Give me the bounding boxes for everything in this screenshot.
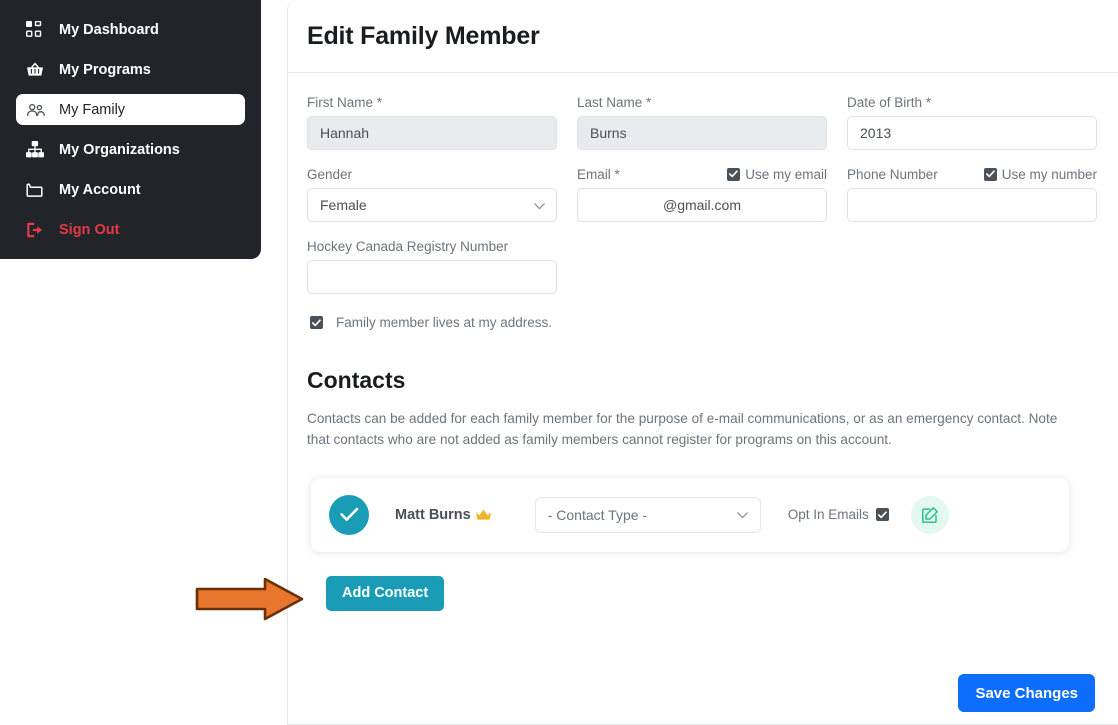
field-email: Email * Use my email @gmail.com xyxy=(577,164,827,222)
lives-at-address-checkbox[interactable]: Family member lives at my address. xyxy=(310,315,1097,330)
email-label: Email * xyxy=(577,166,620,182)
first-name-label: First Name * xyxy=(307,94,383,110)
use-my-number-checkbox[interactable]: Use my number xyxy=(983,166,1097,182)
sidebar-item-label: Sign Out xyxy=(59,221,120,238)
use-my-email-checkbox[interactable]: Use my email xyxy=(727,167,827,182)
save-changes-button[interactable]: Save Changes xyxy=(958,674,1095,712)
crown-icon xyxy=(475,509,491,520)
checkbox-box xyxy=(310,316,323,329)
signout-icon xyxy=(26,221,48,239)
sidebar-item-label: My Programs xyxy=(59,61,151,78)
sidebar-item-my-account[interactable]: My Account xyxy=(16,174,245,205)
sidebar-item-label: My Account xyxy=(59,181,141,198)
sidebar-item-my-family[interactable]: My Family xyxy=(16,94,245,125)
form-row-contact: Gender Female Email * Use my email @gmai… xyxy=(307,164,1097,222)
sidebar-item-label: My Family xyxy=(59,101,126,118)
last-name-input[interactable] xyxy=(577,116,827,150)
checkbox-box xyxy=(875,508,889,522)
phone-number-label: Phone Number xyxy=(847,166,938,182)
contact-type-select[interactable]: - Contact Type - xyxy=(534,496,761,533)
card-header: Edit Family Member xyxy=(288,0,1118,73)
form-row-names: First Name * Last Name * Date of Birth * xyxy=(307,92,1097,150)
card-body: First Name * Last Name * Date of Birth * xyxy=(288,73,1118,611)
contacts-description: Contacts can be added for each family me… xyxy=(307,410,1058,447)
field-gender: Gender Female xyxy=(307,164,557,222)
lives-at-address-label: Family member lives at my address. xyxy=(336,315,553,330)
edit-family-member-card: Edit Family Member First Name * Last Nam… xyxy=(287,0,1118,725)
first-name-input[interactable] xyxy=(307,116,557,150)
contacts-heading: Contacts xyxy=(307,367,406,393)
sidebar-item-label: My Dashboard xyxy=(59,21,159,38)
field-phone-number: Phone Number Use my number xyxy=(847,164,1097,222)
phone-number-input[interactable] xyxy=(847,188,1097,222)
add-contact-button[interactable]: Add Contact xyxy=(326,575,445,611)
contact-name-text: Matt Burns xyxy=(395,506,471,523)
opt-in-emails-label: Opt In Emails xyxy=(787,507,869,523)
last-name-label: Last Name * xyxy=(577,94,652,110)
contact-row: Matt Burns - Contact Type - Opt In Email… xyxy=(311,477,1069,552)
sidebar: My Dashboard My Programs My Family My Or… xyxy=(0,0,261,259)
gender-label: Gender xyxy=(307,166,353,182)
app-root: My Dashboard My Programs My Family My Or… xyxy=(0,0,1118,725)
chevron-down-icon xyxy=(736,511,748,519)
email-value: @gmail.com xyxy=(662,197,741,213)
contact-name: Matt Burns xyxy=(395,507,492,523)
sidebar-item-sign-out[interactable]: Sign Out xyxy=(16,214,245,245)
sidebar-item-my-programs[interactable]: My Programs xyxy=(16,54,245,85)
hockey-registry-input[interactable] xyxy=(307,260,557,294)
sidebar-item-my-dashboard[interactable]: My Dashboard xyxy=(16,14,245,45)
gender-selected-value: Female xyxy=(320,197,367,213)
contact-verified-check-icon xyxy=(329,494,369,535)
date-of-birth-input[interactable] xyxy=(847,116,1097,150)
hockey-registry-label: Hockey Canada Registry Number xyxy=(307,238,509,254)
use-my-number-label: Use my number xyxy=(1001,166,1097,182)
contact-type-value: - Contact Type - xyxy=(547,506,648,523)
form-row-registry: Hockey Canada Registry Number xyxy=(307,236,1097,294)
date-of-birth-label: Date of Birth * xyxy=(847,94,932,110)
field-date-of-birth: Date of Birth * xyxy=(847,92,1097,150)
checkbox-box xyxy=(727,167,741,181)
sidebar-item-label: My Organizations xyxy=(59,141,180,158)
sitemap-icon xyxy=(26,141,48,159)
page-title: Edit Family Member xyxy=(307,21,540,50)
use-my-email-label: Use my email xyxy=(745,166,827,182)
gender-select[interactable]: Female xyxy=(307,188,557,222)
field-first-name: First Name * xyxy=(307,92,557,150)
people-icon xyxy=(26,101,48,119)
edit-square-icon xyxy=(921,506,938,523)
opt-in-emails-checkbox[interactable]: Opt In Emails xyxy=(788,507,889,522)
field-hockey-registry: Hockey Canada Registry Number xyxy=(307,236,557,294)
field-last-name: Last Name * xyxy=(577,92,827,150)
checkbox-box xyxy=(983,167,997,181)
edit-contact-button[interactable] xyxy=(910,495,949,534)
grid-icon xyxy=(26,21,48,39)
basket-icon xyxy=(26,61,48,79)
email-input[interactable]: @gmail.com xyxy=(577,188,827,222)
folder-icon xyxy=(26,181,48,199)
sidebar-item-my-organizations[interactable]: My Organizations xyxy=(16,134,245,165)
